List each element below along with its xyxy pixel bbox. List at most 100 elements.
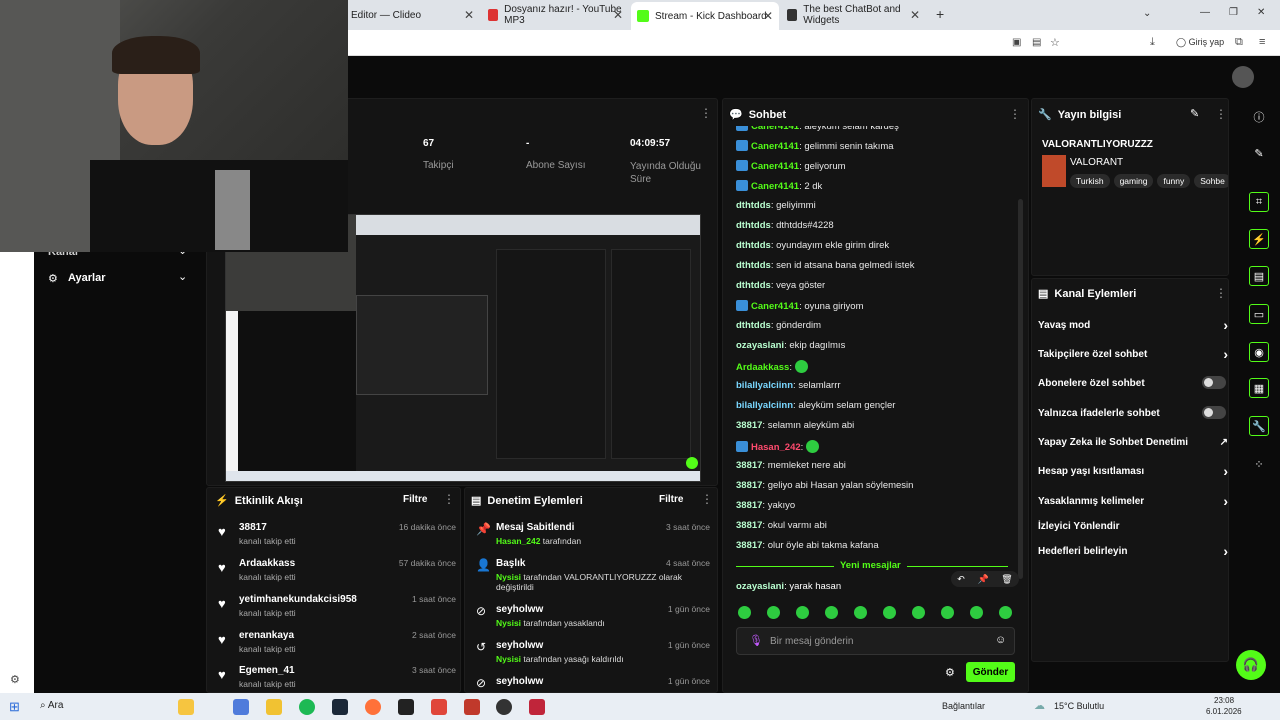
more-options-icon[interactable]: ⋮: [1009, 107, 1021, 121]
epic-games-icon[interactable]: [398, 699, 414, 715]
close-tab-icon[interactable]: ✕: [910, 8, 920, 22]
chat-icon[interactable]: ▭: [1249, 304, 1269, 324]
recorder-icon[interactable]: [464, 699, 480, 715]
wrench-icon[interactable]: 🔧: [1249, 416, 1269, 436]
list-item[interactable]: ♥ yetimhanekundakcisi958 kanalı takip etti…: [216, 594, 456, 622]
chat-scrollbar[interactable]: [1018, 199, 1023, 579]
chat-username[interactable]: bilallyalciinn: [736, 380, 793, 391]
undo-icon[interactable]: ↶: [957, 574, 965, 585]
stream-preview-video[interactable]: [225, 214, 701, 482]
list-item[interactable]: ♥ erenankaya kanalı takip etti 2 saat önce: [216, 630, 456, 658]
external-link-icon[interactable]: ↗: [1220, 437, 1228, 448]
moderator-name[interactable]: Nysisi: [496, 654, 521, 664]
emoji-icon[interactable]: ☺: [995, 634, 1006, 646]
sidebar-item-ayarlar[interactable]: Ayarlar: [68, 272, 106, 284]
emote-icon[interactable]: [854, 606, 867, 619]
list-item[interactable]: ♥ Egemen_41 kanalı takip etti 3 saat önce: [216, 665, 456, 693]
chat-username[interactable]: dthtdds: [736, 320, 771, 331]
tab-chatbot[interactable]: The best ChatBot and Widgets ✕: [781, 4, 926, 26]
tab-youtube-mp3[interactable]: Dosyanız hazır! - YouTube MP3 ✕: [482, 4, 629, 26]
channel-action-item[interactable]: Hesap yaşı kısıtlaması ›: [1038, 463, 1228, 479]
dashboard-icon[interactable]: ▦: [1249, 378, 1269, 398]
chevron-down-icon[interactable]: ⌄: [178, 270, 187, 283]
avatar[interactable]: [1232, 66, 1254, 88]
emote-icon[interactable]: [883, 606, 896, 619]
new-tab-icon[interactable]: +: [936, 6, 944, 22]
extensions-icon[interactable]: ⧉: [1235, 36, 1243, 49]
weather-label[interactable]: 15°C Bulutlu: [1054, 701, 1104, 711]
list-item[interactable]: ♥ Ardaakkass kanalı takip etti 57 dakika ön…: [216, 558, 456, 586]
tab-kick-dashboard[interactable]: Stream - Kick Dashboard ✕: [631, 2, 779, 30]
trash-icon[interactable]: 🗑: [1001, 574, 1012, 585]
valorant-icon[interactable]: [529, 699, 545, 715]
chat-username[interactable]: Caner4141: [751, 141, 799, 152]
file-explorer-icon[interactable]: [266, 699, 282, 715]
channel-action-item[interactable]: Yasaklanmış kelimeler ›: [1038, 493, 1228, 509]
chat-username[interactable]: dthtdds: [736, 280, 771, 291]
broadcast-icon[interactable]: ◉: [1249, 342, 1269, 362]
chevron-right-icon[interactable]: ›: [1223, 317, 1228, 333]
send-button[interactable]: Gönder: [966, 662, 1015, 682]
close-tab-icon[interactable]: ✕: [613, 8, 623, 22]
moderator-name[interactable]: Nysisi: [496, 618, 521, 628]
chat-username[interactable]: Caner4141: [751, 301, 799, 312]
chat-username[interactable]: 38817: [736, 420, 762, 431]
emote-icon[interactable]: [970, 606, 983, 619]
emote-icon[interactable]: [767, 606, 780, 619]
moderator-name[interactable]: Hasan_242: [496, 536, 540, 546]
channel-action-item[interactable]: Hedefleri belirleyin ›: [1038, 543, 1228, 559]
apps-icon[interactable]: ⁘: [1249, 454, 1269, 474]
tab-list-icon[interactable]: ⌄: [1143, 8, 1151, 19]
chat-username[interactable]: dthtdds: [736, 260, 771, 271]
maximize-icon[interactable]: ❐: [1229, 7, 1238, 18]
chat-username[interactable]: 38817: [736, 520, 762, 531]
channel-action-item[interactable]: Abonelere özel sohbet: [1038, 376, 1228, 389]
chat-username[interactable]: 38817: [736, 540, 762, 551]
chat-input[interactable]: 🎙 Bir mesaj gönderin ☺: [736, 627, 1015, 655]
channel-action-item[interactable]: Takipçilere özel sohbet ›: [1038, 346, 1228, 362]
links-label[interactable]: Bağlantılar: [942, 701, 985, 711]
reader-icon[interactable]: ▤: [1032, 37, 1041, 48]
emote-icon[interactable]: [999, 606, 1012, 619]
more-options-icon[interactable]: ⋮: [700, 106, 712, 120]
tab-clideo[interactable]: Editor — Clideo ✕: [345, 4, 480, 26]
clock-date[interactable]: 6.01.2026: [1206, 707, 1242, 716]
steam-icon[interactable]: [332, 699, 348, 715]
pin-icon[interactable]: 📌: [977, 574, 988, 585]
download-icon[interactable]: ⤓: [1150, 36, 1155, 49]
chat-username[interactable]: Caner4141: [751, 161, 799, 172]
bookmark-star-icon[interactable]: ☆: [1050, 36, 1060, 49]
more-options-icon[interactable]: ⋮: [1215, 286, 1227, 300]
chat-username[interactable]: 38817: [736, 480, 762, 491]
pip-icon[interactable]: ▣: [1012, 37, 1021, 48]
chat-username[interactable]: 38817: [736, 500, 762, 511]
taskbar-search[interactable]: ⌕ Ara: [40, 700, 63, 711]
windows-start-icon[interactable]: ⊞: [9, 699, 20, 715]
chat-username[interactable]: ozayaslani: [736, 581, 784, 592]
activity-filter-button[interactable]: Filtre: [403, 494, 427, 505]
chevron-right-icon[interactable]: ›: [1223, 463, 1228, 479]
channel-action-item[interactable]: Yalnızca ifadelerle sohbet: [1038, 406, 1228, 419]
info-icon[interactable]: ⓘ: [1249, 107, 1269, 127]
emote-icon[interactable]: [912, 606, 925, 619]
minimize-icon[interactable]: —: [1200, 7, 1210, 18]
channel-action-item[interactable]: Yapay Zeka ile Sohbet Denetimi ↗: [1038, 437, 1228, 448]
moderator-name[interactable]: Nysisi: [496, 572, 521, 582]
lightning-icon[interactable]: ⚡: [1249, 229, 1269, 249]
moderation-filter-button[interactable]: Filtre: [659, 494, 683, 505]
pencil-icon[interactable]: ✎: [1249, 143, 1269, 163]
chat-username[interactable]: ozayaslani: [736, 340, 784, 351]
channel-action-item[interactable]: İzleyici Yönlendir: [1038, 521, 1228, 532]
settings-gear-icon[interactable]: ⚙: [10, 673, 20, 686]
copilot-icon[interactable]: [233, 699, 249, 715]
chat-username[interactable]: Ardaakkass: [736, 362, 789, 373]
more-options-icon[interactable]: ⋮: [701, 492, 713, 506]
close-tab-icon[interactable]: ✕: [464, 8, 474, 22]
more-options-icon[interactable]: ⋮: [1215, 107, 1227, 121]
channel-action-item[interactable]: Yavaş mod ›: [1038, 317, 1228, 333]
chat-settings-gear-icon[interactable]: ⚙: [945, 666, 955, 679]
chat-username[interactable]: Caner4141: [751, 181, 799, 192]
chat-username[interactable]: dthtdds: [736, 200, 771, 211]
emote-icon[interactable]: [825, 606, 838, 619]
spotify-icon[interactable]: [299, 699, 315, 715]
